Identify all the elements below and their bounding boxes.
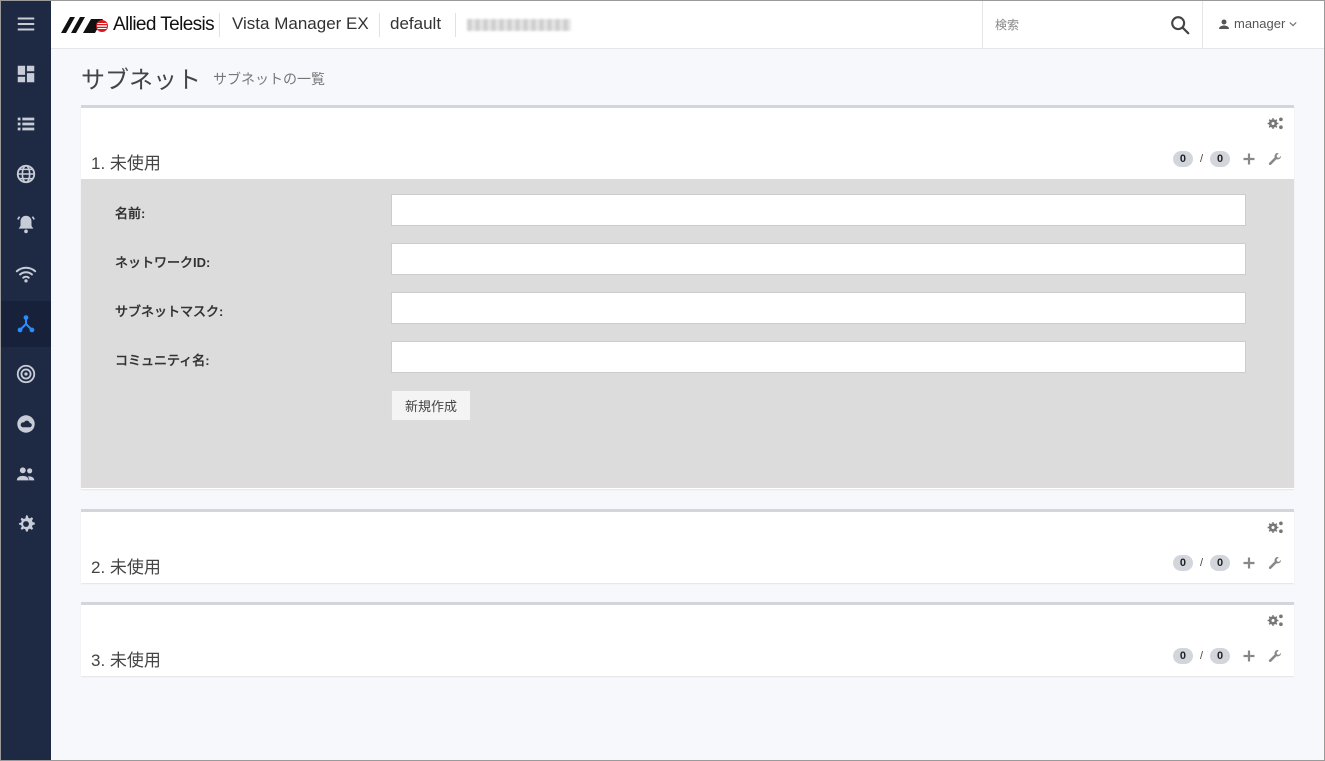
used-count-badge: 0 bbox=[1172, 555, 1193, 571]
subnet-panel-3: 3. 未使用 0 / 0 bbox=[81, 602, 1294, 676]
cloud-icon bbox=[17, 415, 35, 433]
subnet-mask-label: サブネットマスク: bbox=[115, 304, 224, 319]
alarm-icon bbox=[17, 215, 35, 234]
gears-icon[interactable] bbox=[1267, 520, 1284, 535]
plus-icon[interactable] bbox=[1242, 649, 1256, 663]
search-input[interactable] bbox=[993, 14, 1157, 36]
panel-tools: 0 / 0 bbox=[1172, 648, 1282, 664]
total-count-badge: 0 bbox=[1210, 555, 1230, 571]
dashboard-icon bbox=[17, 65, 35, 83]
brand-name: Allied Telesis bbox=[113, 14, 215, 35]
sidebar-item-alarms[interactable] bbox=[1, 201, 51, 247]
panel-title: 1. 未使用 bbox=[91, 154, 161, 173]
users-icon bbox=[16, 467, 35, 481]
name-field[interactable] bbox=[391, 194, 1246, 226]
ip-address-redacted bbox=[467, 19, 571, 31]
radar-icon bbox=[16, 364, 36, 384]
wifi-icon bbox=[15, 266, 37, 283]
page-subtitle: サブネットの一覧 bbox=[213, 71, 325, 87]
sidebar-item-settings[interactable] bbox=[1, 501, 51, 547]
used-count-badge: 0 bbox=[1172, 151, 1193, 167]
sidebar-item-cloud[interactable] bbox=[1, 401, 51, 447]
name-label: 名前: bbox=[115, 206, 146, 221]
panel-tools: 0 / 0 bbox=[1172, 151, 1282, 167]
community-field[interactable] bbox=[391, 341, 1246, 373]
plus-icon[interactable] bbox=[1242, 152, 1256, 166]
sidebar-item-wireless[interactable] bbox=[1, 251, 51, 297]
panel-title: 3. 未使用 bbox=[91, 651, 161, 670]
chevron-down-icon bbox=[1289, 21, 1297, 26]
used-count-badge: 0 bbox=[1172, 648, 1193, 664]
user-name: manager bbox=[1234, 16, 1286, 31]
network-id-field[interactable] bbox=[391, 243, 1246, 275]
total-count-badge: 0 bbox=[1210, 648, 1230, 664]
sidebar-item-radar[interactable] bbox=[1, 351, 51, 397]
allied-telesis-logo-icon bbox=[61, 17, 108, 33]
subnet-form: 名前: ネットワークID: サブネットマスク: コミュニティ名: 新規作成 bbox=[81, 179, 1294, 488]
context-selector[interactable]: default bbox=[390, 14, 441, 34]
create-button[interactable]: 新規作成 bbox=[391, 390, 471, 421]
plus-icon[interactable] bbox=[1242, 556, 1256, 570]
brand-logo[interactable]: Allied Telesis bbox=[61, 14, 215, 35]
sidebar-item-globe[interactable] bbox=[1, 151, 51, 197]
subnet-panel-1: 1. 未使用 0 / 0 名前: ネットワークID: サブネットマスク: コミュ… bbox=[81, 105, 1294, 489]
gears-icon[interactable] bbox=[1267, 613, 1284, 628]
divider bbox=[379, 13, 380, 37]
sidebar-item-dashboard[interactable] bbox=[1, 51, 51, 97]
count-separator: / bbox=[1199, 650, 1203, 662]
search-icon[interactable] bbox=[1169, 14, 1191, 36]
divider bbox=[455, 13, 456, 37]
subnet-mask-field[interactable] bbox=[391, 292, 1246, 324]
settings-icon bbox=[18, 515, 35, 532]
community-label: コミュニティ名: bbox=[115, 353, 210, 368]
count-separator: / bbox=[1199, 153, 1203, 165]
menu-icon bbox=[17, 17, 35, 31]
divider bbox=[219, 13, 220, 37]
search-box bbox=[982, 1, 1203, 48]
page-title: サブネット bbox=[81, 67, 201, 94]
product-name: Vista Manager EX bbox=[232, 14, 369, 33]
network-id-label: ネットワークID: bbox=[115, 255, 211, 270]
total-count-badge: 0 bbox=[1210, 151, 1230, 167]
user-icon bbox=[1219, 19, 1229, 29]
wrench-icon[interactable] bbox=[1268, 649, 1282, 663]
network-icon bbox=[17, 315, 35, 333]
sidebar-item-users[interactable] bbox=[1, 451, 51, 497]
sidebar-item-list[interactable] bbox=[1, 101, 51, 147]
count-separator: / bbox=[1199, 557, 1203, 569]
wrench-icon[interactable] bbox=[1268, 556, 1282, 570]
sidebar bbox=[1, 1, 51, 760]
globe-icon bbox=[16, 164, 36, 184]
subnet-panel-2: 2. 未使用 0 / 0 bbox=[81, 509, 1294, 583]
menu-toggle-button[interactable] bbox=[1, 1, 51, 47]
user-menu[interactable]: manager bbox=[1218, 16, 1297, 31]
gears-icon[interactable] bbox=[1267, 116, 1284, 131]
panel-title: 2. 未使用 bbox=[91, 558, 161, 577]
panel-tools: 0 / 0 bbox=[1172, 555, 1282, 571]
top-bar: Allied Telesis Vista Manager EX default … bbox=[51, 1, 1324, 49]
wrench-icon[interactable] bbox=[1268, 152, 1282, 166]
sidebar-item-subnets[interactable] bbox=[1, 301, 51, 347]
list-icon bbox=[17, 117, 35, 131]
